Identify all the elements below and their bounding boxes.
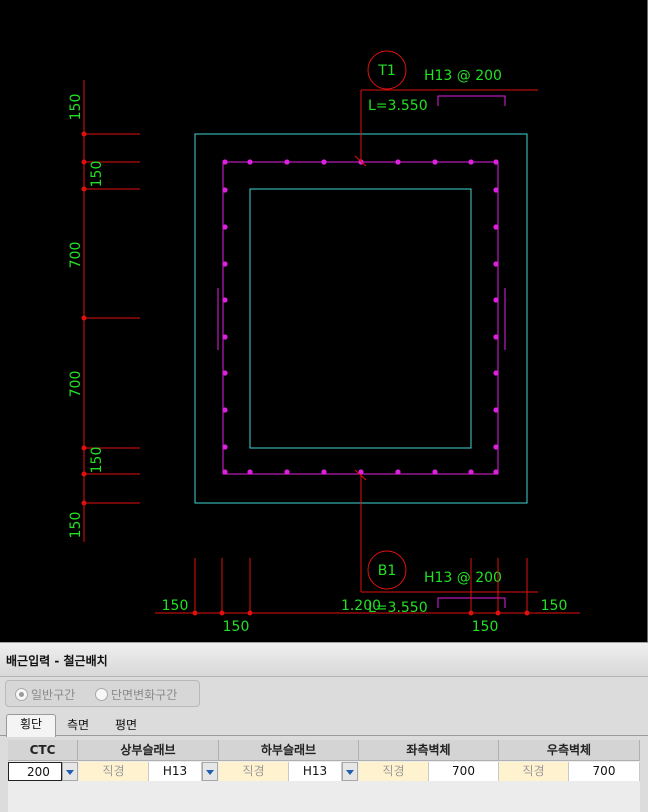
rebar-dot (395, 469, 401, 475)
rebar-dot (222, 159, 228, 165)
header-bottom-slab: 하부슬래브 (219, 740, 359, 761)
tab-cross-section[interactable]: 횡단 (6, 714, 56, 737)
tab-side[interactable]: 측면 (58, 716, 98, 736)
top-callout-length: L=3.550 (368, 98, 428, 114)
left-dim-3: 700 (68, 242, 84, 269)
rebar-dot (493, 407, 499, 413)
left-dim-1: 150 (68, 94, 84, 121)
rebar-table: CTC 상부슬래브 하부슬래브 좌측벽체 우측벽체 200 직경 H13 직경 … (8, 740, 640, 812)
rebar-dot (468, 159, 474, 165)
mode-general-label: 일반구간 (31, 688, 76, 702)
rebar-dot (222, 297, 228, 303)
bottom-callout-mark: B1 (378, 563, 397, 579)
rebar-dot (222, 407, 228, 413)
bottom-dim-left-a: 150 (162, 598, 189, 614)
rebar-dot (493, 370, 499, 376)
rebar-dot (493, 444, 499, 450)
bottom-dim-left-b: 150 (223, 619, 250, 635)
tab-plan[interactable]: 평면 (106, 716, 146, 736)
bottom-dim-total: 1.200 (341, 598, 381, 614)
rebar-dot (493, 469, 499, 475)
mode-section-change-label: 단면변화구간 (111, 688, 178, 702)
inner-opening-edge (249, 188, 472, 449)
bottom-slab-dropdown-icon[interactable] (342, 762, 358, 781)
rebar-dot (432, 159, 438, 165)
rebar-dot (222, 261, 228, 267)
bottom-slab-dia-label: 직경 (219, 762, 289, 781)
bottom-slab-dia-select[interactable]: H13 (289, 762, 342, 781)
rebar-dot (247, 159, 253, 165)
rebar-dots (222, 159, 499, 475)
rebar-dot (284, 469, 290, 475)
rebar-dot (395, 159, 401, 165)
radio-unselected-icon (95, 688, 108, 701)
section-mode-group: 일반구간 단면변화구간 (5, 680, 200, 707)
header-top-slab: 상부슬래브 (78, 740, 219, 761)
left-wall-value[interactable]: 700 (429, 762, 499, 781)
rebar-dot (321, 469, 327, 475)
left-dim-4: 700 (68, 371, 84, 398)
rebar-dot (493, 297, 499, 303)
rebar-dot (222, 187, 228, 193)
top-slab-dia-label: 직경 (79, 762, 149, 781)
top-callout-spec: H13 @ 200 (424, 68, 502, 84)
left-dim-5: 150 (89, 447, 105, 474)
radio-selected-icon (15, 688, 28, 701)
rebar-dot (222, 469, 228, 475)
right-wall-value[interactable]: 700 (569, 762, 640, 781)
bottom-callout-spec: H13 @ 200 (424, 570, 502, 586)
bottom-dim-right-b: 150 (541, 598, 568, 614)
top-slab-dia-select[interactable]: H13 (149, 762, 202, 781)
ctc-dropdown-icon[interactable] (62, 762, 78, 781)
rebar-dot (493, 334, 499, 340)
rebar-section-drawing: T1 H13 @ 200 L=3.550 B1 H13 @ 200 L=3.55… (68, 50, 580, 635)
bottom-dim-right-a: 150 (472, 619, 499, 635)
ctc-select[interactable]: 200 (8, 762, 62, 781)
header-ctc: CTC (8, 740, 78, 761)
rebar-dot (493, 159, 499, 165)
cad-drawing-viewport[interactable]: T1 H13 @ 200 L=3.550 B1 H13 @ 200 L=3.55… (0, 0, 648, 642)
header-right-wall: 우측벽체 (499, 740, 640, 761)
top-callout-mark: T1 (377, 63, 395, 79)
rebar-dot (493, 187, 499, 193)
header-left-wall: 좌측벽체 (359, 740, 499, 761)
rebar-dot (493, 224, 499, 230)
rebar-dot (247, 469, 253, 475)
rebar-dot (222, 370, 228, 376)
tab-bar: 횡단 측면 평면 (0, 714, 648, 737)
left-wall-label: 직경 (359, 762, 429, 781)
rebar-dot (222, 444, 228, 450)
rebar-input-panel: 배근입력 - 철근배치 일반구간 단면변화구간 횡단 측면 평면 CTC 상부슬… (0, 642, 648, 812)
rebar-dot (222, 224, 228, 230)
outer-rebar-line (222, 161, 499, 475)
rebar-dot (284, 159, 290, 165)
concrete-outline (194, 133, 528, 504)
right-wall-label: 직경 (499, 762, 569, 781)
left-dim-6: 150 (68, 512, 84, 539)
top-rebar-shape-mark (437, 95, 506, 106)
rebar-dot (222, 334, 228, 340)
left-dimension-ticks (81, 131, 87, 506)
mode-section-change-radio[interactable]: 단면변화구간 (95, 686, 177, 703)
panel-title: 배근입력 - 철근배치 (0, 643, 648, 677)
mode-general-radio[interactable]: 일반구간 (15, 686, 75, 703)
top-slab-dropdown-icon[interactable] (202, 762, 218, 781)
left-dim-2: 150 (89, 161, 105, 188)
rebar-dot (468, 469, 474, 475)
rebar-dot (493, 261, 499, 267)
rebar-dot (432, 469, 438, 475)
rebar-dot (321, 159, 327, 165)
